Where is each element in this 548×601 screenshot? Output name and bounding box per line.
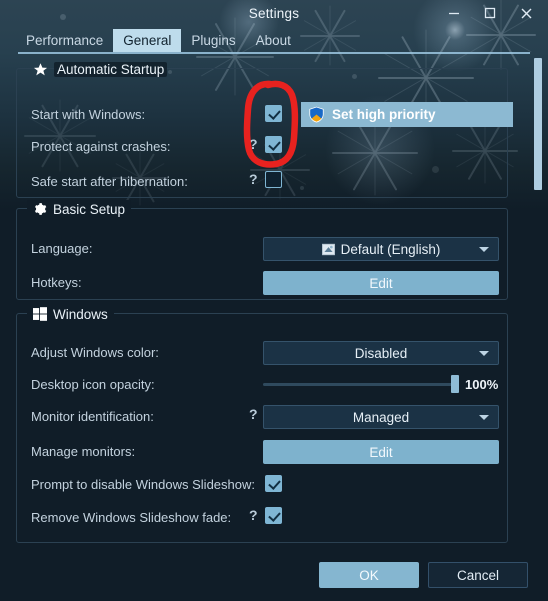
dropdown-adjust-windows-color[interactable]: Disabled — [263, 341, 499, 365]
settings-window: Settings Performance General Plugins Abo… — [0, 0, 548, 601]
group-title-label: Basic Setup — [53, 201, 126, 217]
label-language: Language: — [31, 241, 93, 256]
label-remove-slideshow-fade: Remove Windows Slideshow fade: — [31, 510, 232, 525]
windows-logo-icon — [33, 307, 47, 321]
window-title: Settings — [248, 5, 300, 21]
tab-general[interactable]: General — [113, 29, 182, 52]
tab-bar: Performance General Plugins About — [0, 29, 548, 52]
help-icon-monitor-identification[interactable]: ? — [249, 407, 258, 421]
group-automatic-startup: Automatic Startup Start with Windows: Se… — [16, 61, 513, 198]
dropdown-monitor-identification[interactable]: Managed — [263, 405, 499, 429]
label-safe-start-after-hibernation: Safe start after hibernation: — [31, 174, 188, 189]
star-icon — [33, 62, 48, 77]
label-hotkeys: Hotkeys: — [31, 275, 82, 290]
help-icon-safe-start-after-hibernation[interactable]: ? — [249, 172, 258, 186]
group-title-label: Automatic Startup — [54, 61, 168, 77]
edit-manage-monitors-button[interactable]: Edit — [263, 440, 499, 464]
dropdown-language-value-wrap: Default (English) — [321, 241, 441, 257]
label-start-with-windows: Start with Windows: — [31, 107, 146, 122]
slider-desktop-icon-opacity[interactable] — [263, 374, 459, 394]
uac-shield-icon — [308, 106, 325, 123]
minimize-button[interactable] — [436, 0, 472, 26]
slider-thumb[interactable] — [451, 375, 459, 393]
maximize-button[interactable] — [472, 0, 508, 26]
label-desktop-icon-opacity: Desktop icon opacity: — [31, 377, 155, 392]
flag-icon — [321, 243, 335, 256]
label-manage-monitors: Manage monitors: — [31, 444, 136, 459]
dropdown-language[interactable]: Default (English) — [263, 237, 499, 261]
set-high-priority-banner[interactable]: Set high priority — [301, 102, 513, 127]
group-title-automatic-startup: Automatic Startup — [27, 60, 173, 78]
tab-about[interactable]: About — [246, 29, 301, 52]
group-windows: Windows Adjust Windows color: Disabled D… — [16, 305, 508, 543]
cancel-button[interactable]: Cancel — [428, 562, 528, 588]
set-high-priority-label: Set high priority — [332, 107, 436, 122]
label-protect-against-crashes: Protect against crashes: — [31, 139, 171, 154]
dialog-footer: OK Cancel — [0, 551, 548, 601]
group-title-label: Windows — [53, 306, 108, 322]
group-basic-setup: Basic Setup Language: Default (English) … — [16, 200, 508, 300]
group-title-basic-setup: Basic Setup — [27, 200, 132, 218]
label-adjust-windows-color: Adjust Windows color: — [31, 345, 159, 360]
checkbox-start-with-windows[interactable] — [265, 105, 282, 122]
tab-underline — [18, 52, 530, 54]
label-prompt-disable-slideshow: Prompt to disable Windows Slideshow: — [31, 477, 255, 492]
ok-button[interactable]: OK — [319, 562, 419, 588]
chevron-down-icon — [479, 351, 489, 356]
group-title-windows: Windows — [27, 305, 114, 323]
desktop-icon-opacity-value: 100% — [465, 377, 499, 392]
gear-icon — [33, 202, 47, 216]
label-monitor-identification: Monitor identification: — [31, 409, 154, 424]
help-icon-protect-against-crashes[interactable]: ? — [249, 137, 258, 151]
dropdown-adjust-windows-color-value: Disabled — [354, 345, 408, 361]
window-controls — [436, 0, 544, 26]
dropdown-monitor-identification-value: Managed — [352, 409, 410, 425]
slider-track — [263, 383, 459, 386]
chevron-down-icon — [479, 415, 489, 420]
settings-content: Automatic Startup Start with Windows: Se… — [0, 56, 548, 551]
dropdown-language-value: Default (English) — [340, 241, 441, 257]
checkbox-safe-start-after-hibernation[interactable] — [265, 171, 282, 188]
checkbox-protect-against-crashes[interactable] — [265, 136, 282, 153]
tab-performance[interactable]: Performance — [16, 29, 113, 52]
help-icon-remove-slideshow-fade[interactable]: ? — [249, 508, 258, 522]
checkbox-remove-slideshow-fade[interactable] — [265, 507, 282, 524]
edit-hotkeys-button[interactable]: Edit — [263, 271, 499, 295]
chevron-down-icon — [479, 247, 489, 252]
title-bar: Settings — [0, 0, 548, 26]
checkbox-prompt-disable-slideshow[interactable] — [265, 475, 282, 492]
close-button[interactable] — [508, 0, 544, 26]
tab-plugins[interactable]: Plugins — [181, 29, 245, 52]
